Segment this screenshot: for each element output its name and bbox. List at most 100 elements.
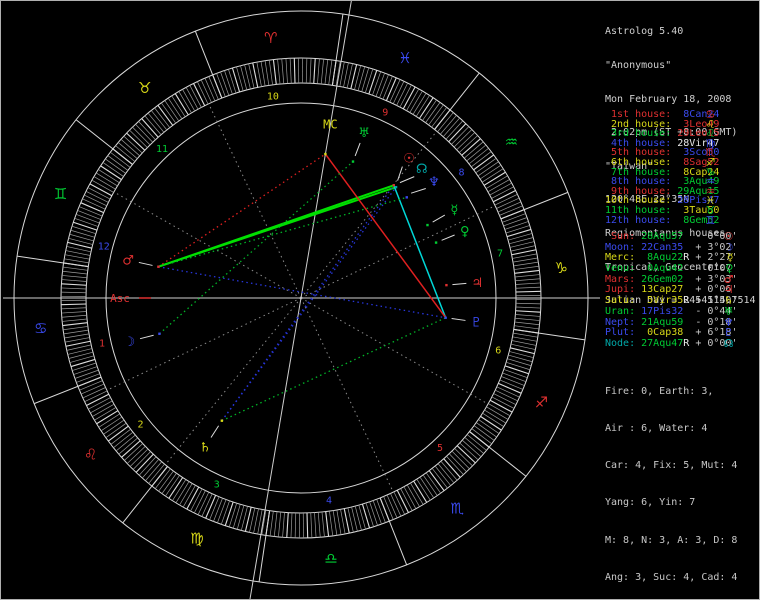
degree-tick	[368, 70, 378, 95]
degree-tick	[317, 512, 321, 538]
degree-tick	[76, 373, 100, 383]
degree-tick	[61, 283, 87, 286]
degree-tick	[512, 336, 538, 342]
degree-tick	[62, 275, 87, 279]
degree-tick	[515, 317, 540, 321]
degree-tick	[217, 499, 227, 524]
degree-tick	[61, 311, 87, 314]
degree-tick	[268, 60, 273, 85]
planet-glyph-saturn: ♄	[199, 440, 211, 455]
planet-glyph-mars: ♂	[122, 254, 134, 269]
degree-tick	[515, 310, 541, 313]
sign-boundary-line	[194, 30, 223, 99]
degree-tick	[514, 274, 540, 278]
sign-glyph-capricorn: ♑	[555, 259, 568, 277]
planet-pointer-neptune	[410, 188, 426, 194]
chart-date: Mon February 18, 2008	[605, 93, 732, 105]
planet-dot-jupiter	[445, 283, 448, 287]
degree-tick	[65, 250, 91, 256]
degree-tick	[82, 387, 106, 399]
degree-tick	[305, 58, 308, 84]
degree-tick	[382, 75, 393, 100]
degree-tick	[499, 205, 523, 216]
degree-tick	[290, 512, 293, 538]
degree-tick	[72, 362, 97, 371]
planet-dot-moon	[158, 332, 161, 335]
planet-position-value: 8Aqu22	[635, 252, 684, 264]
degree-tick	[62, 322, 88, 327]
stats-ang-suc-cad: Ang: 3, Suc: 4, Cad: 4	[605, 571, 738, 583]
house-cusp-table: 1st house: 8Can24 ♋ 2nd house: 3Leo49 ♌ 3r…	[605, 109, 719, 226]
planet-label: Nept:	[605, 316, 636, 328]
house-number-7: 7	[497, 249, 503, 260]
degree-tick	[515, 314, 541, 317]
element-stats: Fire: 0, Earth: 3, Air : 6, Water: 4 Car…	[605, 361, 738, 599]
degree-tick	[64, 258, 89, 264]
degree-tick	[515, 278, 541, 282]
degree-tick	[264, 60, 270, 86]
degree-tick	[317, 58, 320, 84]
house-cusp-line-11	[208, 103, 302, 299]
degree-tick	[220, 71, 230, 96]
degree-tick	[77, 210, 101, 220]
planet-pointer-saturn	[210, 425, 220, 438]
planet-dot-uranus	[351, 160, 355, 163]
planet-pointer-uranus	[354, 142, 361, 157]
degree-tick	[515, 302, 541, 305]
degree-tick	[389, 79, 401, 103]
sign-glyph-libra: ♎	[324, 550, 337, 568]
degree-tick	[252, 62, 259, 88]
planet-dot-pluto	[444, 316, 447, 319]
house-number-10: 10	[267, 91, 279, 102]
aspect-opposition-saturn-node	[221, 186, 397, 422]
degree-tick	[216, 73, 226, 97]
planet-glyph-moon: ☽	[124, 335, 136, 350]
degree-tick	[272, 59, 277, 85]
degree-tick	[375, 72, 385, 97]
degree-tick	[213, 498, 223, 522]
planet-glyph-node: ☊	[416, 162, 428, 177]
degree-tick	[65, 337, 90, 343]
degree-tick	[261, 510, 267, 535]
degree-tick	[310, 512, 313, 538]
degree-tick	[231, 67, 241, 93]
degree-tick	[209, 496, 220, 521]
sign-glyph-pisces: ♓	[398, 49, 411, 67]
degree-tick	[506, 361, 531, 371]
degree-tick	[208, 76, 219, 100]
degree-tick	[228, 69, 237, 94]
degree-tick	[260, 61, 266, 87]
planet-pointer-moon	[139, 334, 154, 340]
house-number-4: 4	[326, 496, 332, 507]
planet-pointer-node	[399, 176, 415, 184]
planet-dot-mars	[157, 265, 160, 268]
planet-label: Node:	[605, 337, 636, 349]
degree-tick	[79, 380, 103, 391]
degree-tick	[390, 493, 402, 517]
house-number-12: 12	[98, 242, 110, 253]
house-number-3: 3	[214, 479, 220, 490]
degree-tick	[496, 386, 520, 398]
degree-tick	[515, 286, 541, 289]
degree-tick	[503, 217, 528, 227]
degree-tick	[361, 503, 371, 529]
house-number-11: 11	[156, 144, 168, 155]
degree-tick	[78, 206, 103, 217]
house-number-9: 9	[382, 108, 388, 119]
house-number-5: 5	[437, 443, 443, 454]
degree-tick	[64, 333, 90, 339]
house-label: 12th house:	[605, 214, 672, 226]
degree-tick	[62, 318, 88, 322]
degree-tick	[514, 325, 540, 330]
degree-tick	[497, 201, 522, 213]
sign-boundary-line	[379, 497, 408, 566]
degree-tick	[369, 501, 378, 526]
degree-tick	[314, 512, 317, 538]
degree-tick	[75, 214, 100, 224]
planet-label: Sun:	[605, 231, 636, 242]
degree-tick	[71, 225, 96, 235]
sign-glyph-gemini: ♊	[54, 185, 67, 203]
degree-tick	[504, 365, 529, 375]
degree-tick	[320, 59, 324, 84]
house-cusp-line-12	[113, 191, 302, 299]
